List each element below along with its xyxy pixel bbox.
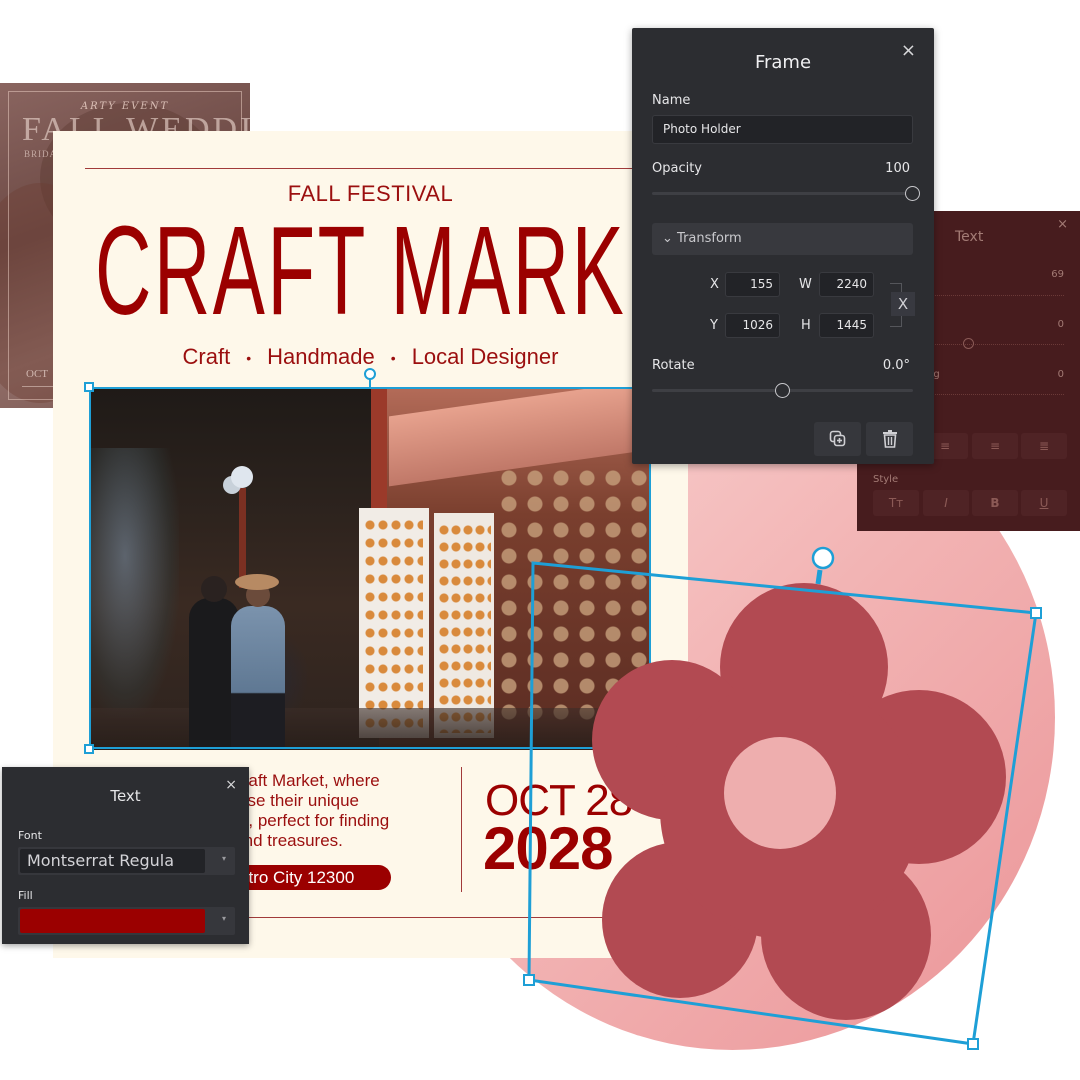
fill-label: Fill: [18, 889, 33, 902]
photo-content: [89, 708, 651, 750]
underline-button[interactable]: U: [1021, 490, 1067, 516]
card-date: OCT: [26, 368, 48, 380]
tagline-item: Craft: [182, 344, 231, 369]
bold-button[interactable]: B: [972, 490, 1018, 516]
slider-thumb[interactable]: [963, 338, 974, 349]
photo-content: [231, 466, 253, 488]
frame-properties-panel: Frame × Name Photo Holder Opacity 100 ⌄ …: [632, 28, 934, 464]
delete-button[interactable]: [866, 422, 913, 456]
panel-title: Frame: [754, 52, 812, 73]
chevron-down-icon[interactable]: ▾: [222, 854, 226, 863]
panel-title: Text: [955, 229, 984, 245]
font-select-value[interactable]: Montserrat Regula: [20, 849, 205, 873]
y-label: Y: [710, 318, 718, 333]
w-input[interactable]: 2240: [819, 272, 874, 297]
close-icon[interactable]: ×: [1057, 217, 1068, 232]
name-input[interactable]: Photo Holder: [652, 115, 913, 144]
description-line: t Craft Market, where: [221, 771, 380, 790]
trash-icon: [882, 430, 897, 448]
tagline-item: Local Designer: [411, 344, 559, 369]
description-line: s and treasures.: [221, 831, 343, 850]
w-label: W: [799, 277, 812, 292]
chevron-down-icon: ⌄: [662, 231, 673, 246]
font-size-value: 69: [1051, 269, 1064, 280]
photo-content: [439, 523, 491, 733]
photo-content: [239, 488, 246, 588]
panel-title: Text: [110, 787, 141, 805]
y-input[interactable]: 1026: [725, 313, 780, 338]
resize-handle-bottom-right[interactable]: [646, 744, 656, 754]
x-input[interactable]: 155: [725, 272, 780, 297]
transform-section-toggle[interactable]: ⌄ Transform: [652, 223, 913, 255]
photo-holder[interactable]: [89, 388, 651, 750]
photo-content: [365, 518, 423, 728]
rotate-label: Rotate: [652, 358, 695, 373]
resize-handle-top-left[interactable]: [84, 382, 94, 392]
tagline-item: Handmade: [267, 344, 375, 369]
photo-content: [231, 606, 285, 750]
rotate-slider-thumb[interactable]: [774, 383, 790, 398]
align-right-button[interactable]: ≡: [972, 433, 1018, 459]
duplicate-icon: [829, 430, 845, 447]
opacity-value: 100: [885, 161, 910, 176]
h-label: H: [801, 318, 811, 333]
photo-content: [201, 576, 227, 602]
letter-spacing-value: 0: [1057, 319, 1064, 330]
opacity-slider[interactable]: [652, 192, 913, 195]
text-case-button[interactable]: Tт: [873, 490, 919, 516]
h-input[interactable]: 1445: [819, 313, 874, 338]
name-label: Name: [652, 93, 691, 108]
tagline-separator: •: [246, 350, 252, 367]
rotate-handle-stem: [369, 379, 371, 388]
rotate-handle[interactable]: [364, 368, 376, 380]
style-label: Style: [873, 474, 899, 485]
event-year[interactable]: 2028: [483, 814, 613, 883]
description-line: vcase their unique: [221, 791, 359, 810]
font-select[interactable]: Montserrat Regula ▾: [18, 847, 235, 875]
font-label: Font: [18, 829, 42, 842]
photo-content: [499, 468, 649, 728]
description-line: ons, perfect for finding: [221, 811, 390, 830]
vertical-divider: [461, 767, 462, 892]
opacity-slider-thumb[interactable]: [905, 186, 920, 201]
rotate-value: 0.0°: [882, 358, 910, 373]
aspect-lock-toggle[interactable]: X: [891, 292, 915, 316]
align-justify-button[interactable]: ≣: [1021, 433, 1067, 459]
close-icon[interactable]: ×: [901, 40, 916, 61]
line-spacing-value: 0: [1057, 369, 1064, 380]
poster-tagline[interactable]: Craft • Handmade • Local Designer: [53, 344, 688, 370]
bottom-divider: [241, 917, 656, 918]
close-icon[interactable]: ×: [225, 777, 237, 793]
opacity-label: Opacity: [652, 161, 703, 176]
photo-content: [235, 574, 279, 590]
text-properties-panel: Text × Font Montserrat Regula ▾ Fill ▾: [2, 767, 249, 944]
flower-resize-handle: [967, 1038, 979, 1050]
transform-label: Transform: [677, 231, 742, 246]
fill-color-select[interactable]: ▾: [18, 907, 235, 935]
poster-description[interactable]: t Craft Market, where vcase their unique…: [221, 771, 461, 851]
resize-handle-bottom-left[interactable]: [84, 744, 94, 754]
fill-color-swatch[interactable]: [20, 909, 205, 933]
photo-content: [89, 448, 179, 718]
top-divider: [85, 168, 688, 169]
italic-button[interactable]: I: [923, 490, 969, 516]
chevron-down-icon[interactable]: ▾: [222, 914, 226, 923]
x-label: X: [710, 277, 719, 292]
tagline-separator: •: [390, 350, 396, 367]
duplicate-button[interactable]: [814, 422, 861, 456]
